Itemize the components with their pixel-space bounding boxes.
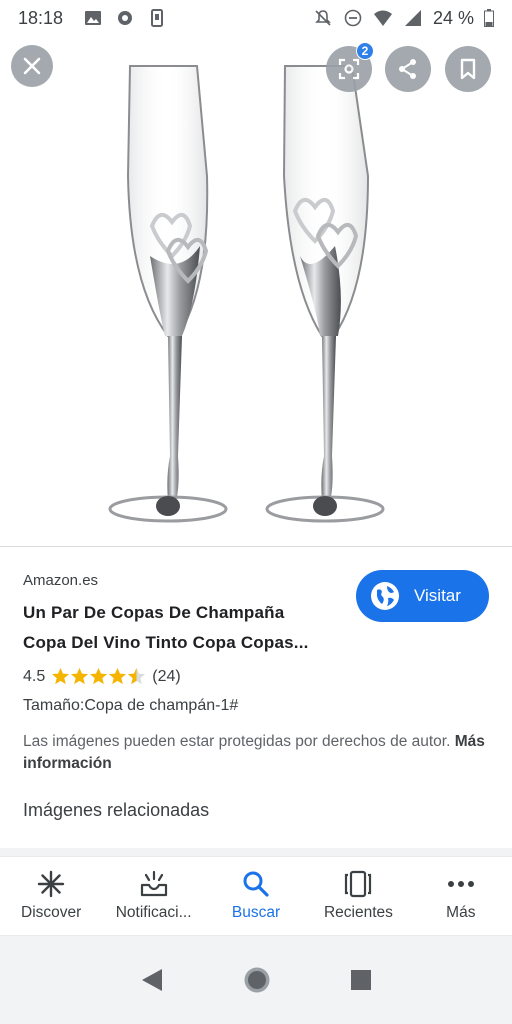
do-not-disturb-icon [344,9,362,27]
nav-label: Buscar [231,904,281,921]
more-dots-icon [447,881,474,887]
nav-notifications[interactable]: Notificaci... [102,857,204,935]
battery-icon [484,9,494,27]
status-time: 18:18 [18,7,64,28]
visit-label: Visitar [414,586,461,605]
close-icon [23,57,41,75]
right-glass [265,65,385,523]
close-button[interactable] [11,45,53,87]
rating: 4.5 (24) [23,667,181,686]
divider [0,546,512,547]
copyright-notice: Las imágenes pueden estar protegidas por… [23,731,493,775]
gallery-notification-icon [85,11,102,25]
battery-percent: 24 % [432,7,474,28]
mute-icon [315,10,331,26]
result-title-line1: Un Par De Copas De Champaña [23,603,285,622]
visit-button[interactable]: Visitar [356,570,489,622]
result-title-line2: Copa Del Vino Tinto Copa Copas... [23,633,309,652]
star-icon [109,667,127,685]
phone-notification-icon [151,9,164,27]
search-icon [243,871,269,897]
lens-badge: 2 [356,42,374,60]
product-size: Tamaño:Copa de champán-1# [23,697,239,714]
star-icon [90,667,108,685]
overview-icon[interactable] [350,969,372,991]
star-rating [51,667,146,686]
signal-icon [404,10,421,26]
globe-icon [371,582,399,610]
star-icon [52,667,70,685]
left-glass [108,65,228,523]
status-bar: 18:18 24 % [0,0,512,36]
bookmark-icon [460,58,476,80]
lens-search-button[interactable]: 2 [326,42,374,92]
nav-label: Notificaci... [115,904,192,921]
lens-notification-icon [118,11,133,25]
save-button[interactable] [445,46,491,92]
inbox-bell-icon [140,870,167,897]
nav-label: Recientes [323,904,393,921]
source-name[interactable]: Amazon.es [23,572,98,589]
star-icon [71,667,89,685]
related-images-heading: Imágenes relacionadas [23,800,210,820]
share-icon [399,59,416,79]
champagne-glasses-image [108,65,385,523]
nav-more[interactable]: Más [410,857,512,935]
wifi-icon [373,10,392,26]
rating-value: 4.5 [23,667,46,685]
lens-icon [338,58,360,80]
nav-recents[interactable]: Recientes [307,857,409,935]
notice-text: Las imágenes pueden estar protegidas por… [23,733,451,750]
rating-count: (24) [152,667,181,685]
asterisk-icon [38,870,65,898]
nav-label: Más [446,904,476,921]
result-title[interactable]: Un Par De Copas De Champaña Copa Del Vin… [23,598,343,658]
nav-search[interactable]: Buscar [205,857,307,935]
home-icon[interactable] [243,966,271,994]
back-icon[interactable] [140,967,164,993]
system-navigation [0,936,512,1024]
image-preview[interactable]: 2 [0,36,512,546]
nav-label: Discover [21,904,82,921]
half-star-icon [128,667,146,685]
nav-discover[interactable]: Discover [0,857,102,935]
share-button[interactable] [385,46,431,92]
recents-icon [345,870,372,898]
bottom-navigation: Discover Notificaci... Buscar Recientes … [0,856,512,936]
related-images-strip [0,848,512,856]
